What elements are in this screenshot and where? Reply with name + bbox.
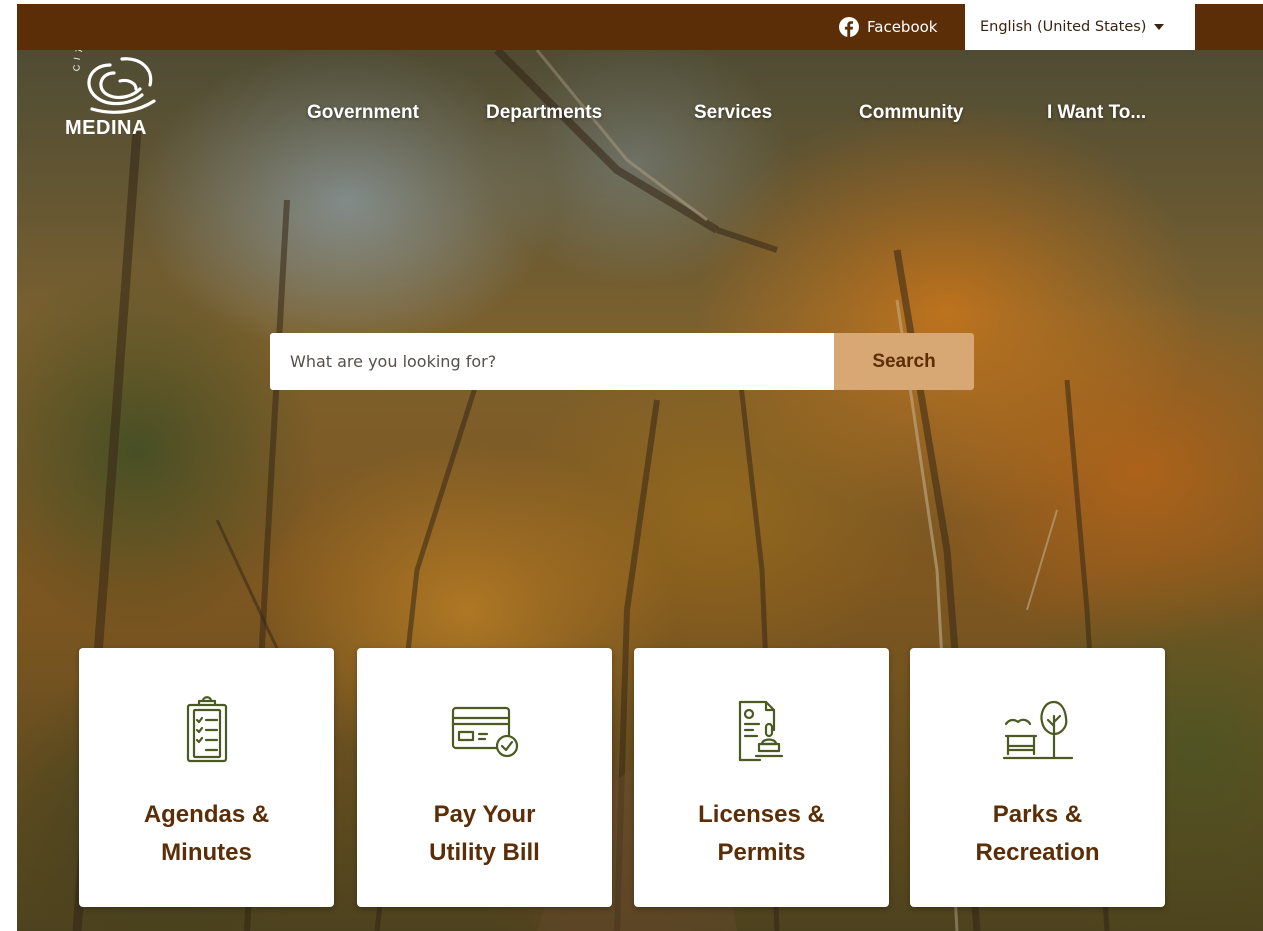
caret-down-icon: [1154, 24, 1165, 30]
facebook-link[interactable]: Facebook: [839, 15, 937, 39]
page-frame: Facebook English (United States) CI MEDI…: [17, 4, 1263, 931]
park-bench-tree-icon: [1002, 700, 1073, 760]
search-button[interactable]: Search: [834, 333, 974, 390]
card-label: Pay Your Utility Bill: [429, 801, 540, 866]
language-selector[interactable]: English (United States): [965, 4, 1195, 50]
card-label: Parks & Recreation: [975, 801, 1100, 866]
search-input[interactable]: [270, 333, 834, 390]
quick-link-pay-utility-bill[interactable]: Pay Your Utility Bill: [357, 648, 612, 907]
top-utility-bar: Facebook English (United States): [17, 4, 1263, 50]
nav-services[interactable]: Services: [694, 102, 772, 124]
quick-link-parks-recreation[interactable]: Parks & Recreation: [910, 648, 1165, 907]
main-navigation: Government Departments Services Communit…: [17, 102, 1263, 130]
quick-link-agendas-minutes[interactable]: Agendas & Minutes: [79, 648, 334, 907]
document-stamp-icon: [738, 700, 783, 762]
card-label: Licenses & Permits: [698, 801, 825, 866]
credit-card-check-icon: [451, 706, 518, 758]
nav-departments[interactable]: Departments: [486, 102, 602, 124]
language-label: English (United States): [980, 19, 1147, 35]
quick-link-licenses-permits[interactable]: Licenses & Permits: [634, 648, 889, 907]
facebook-icon: [839, 17, 859, 37]
site-search: Search: [270, 333, 974, 390]
nav-government[interactable]: Government: [307, 102, 419, 124]
nav-community[interactable]: Community: [859, 102, 964, 124]
card-label: Agendas & Minutes: [143, 801, 270, 866]
nav-i-want-to[interactable]: I Want To...: [1047, 102, 1146, 124]
facebook-label: Facebook: [867, 18, 938, 36]
clipboard-checklist-icon: [186, 696, 227, 763]
